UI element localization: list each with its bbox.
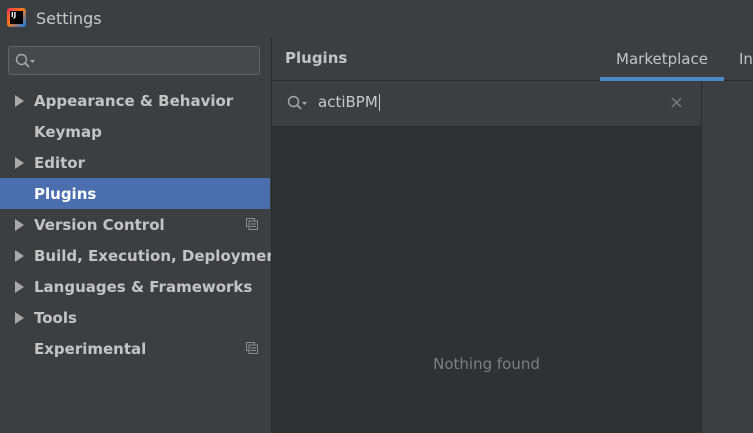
plugins-panel: Plugins Marketplace In actiBPM Nothing f… [271, 38, 753, 433]
plugin-details-panel [702, 81, 753, 433]
sidebar-item-label: Build, Execution, Deployment [34, 246, 285, 265]
sidebar-item-plugins[interactable]: Plugins [0, 178, 270, 209]
sidebar-item-label: Editor [34, 153, 85, 172]
empty-state-message: Nothing found [433, 355, 540, 373]
sidebar-item-label: Plugins [34, 184, 97, 203]
sidebar-item-appearance-behavior[interactable]: Appearance & Behavior [0, 85, 270, 116]
plugin-search-value: actiBPM [318, 93, 378, 111]
app-icon-text: IJ [10, 11, 23, 24]
copy-icon [246, 218, 258, 230]
sidebar-item-label: Version Control [34, 215, 165, 234]
chevron-right-icon[interactable] [15, 281, 24, 293]
sidebar-item-label: Experimental [34, 339, 147, 358]
settings-nav-tree: Appearance & Behavior Keymap Editor Plug… [0, 85, 284, 364]
tab-label: Marketplace [616, 50, 708, 68]
tab-installed[interactable]: In [739, 38, 753, 80]
window-title: Settings [36, 9, 102, 28]
text-caret [378, 94, 380, 111]
chevron-right-icon[interactable] [15, 157, 24, 169]
sidebar-item-languages-frameworks[interactable]: Languages & Frameworks [0, 271, 270, 302]
sidebar-item-version-control[interactable]: Version Control [0, 209, 270, 240]
sidebar-item-label: Languages & Frameworks [34, 277, 253, 296]
search-icon [15, 53, 35, 68]
sidebar-item-editor[interactable]: Editor [0, 147, 270, 178]
chevron-right-icon[interactable] [15, 219, 24, 231]
sidebar-item-label: Tools [34, 308, 77, 327]
close-icon[interactable] [671, 97, 682, 108]
plugin-search-input[interactable]: actiBPM [318, 93, 380, 111]
plugin-search-field[interactable]: actiBPM [272, 81, 701, 127]
chevron-right-icon[interactable] [15, 250, 24, 262]
sidebar-item-build-execution-deployment[interactable]: Build, Execution, Deployment [0, 240, 284, 271]
plugins-header: Plugins Marketplace In [272, 38, 753, 81]
settings-search-input[interactable] [8, 46, 260, 75]
chevron-right-icon[interactable] [15, 312, 24, 324]
settings-window: IJ Settings Appearance & Behavior Keymap… [0, 0, 753, 433]
intellij-logo-icon: IJ [7, 8, 26, 27]
sidebar-item-tools[interactable]: Tools [0, 302, 270, 333]
search-icon[interactable] [287, 95, 309, 111]
title-bar: IJ Settings [0, 0, 753, 39]
tab-marketplace[interactable]: Marketplace [600, 38, 724, 81]
copy-icon [246, 342, 258, 354]
page-title: Plugins [285, 49, 348, 67]
tab-label: In [739, 50, 753, 68]
sidebar-item-experimental[interactable]: Experimental [0, 333, 270, 364]
sidebar-item-label: Appearance & Behavior [34, 91, 234, 110]
sidebar-item-keymap[interactable]: Keymap [0, 116, 270, 147]
plugin-results-list: actiBPM Nothing found [272, 81, 702, 433]
sidebar-item-label: Keymap [34, 122, 102, 141]
chevron-right-icon[interactable] [15, 95, 24, 107]
settings-sidebar: Appearance & Behavior Keymap Editor Plug… [0, 38, 284, 433]
